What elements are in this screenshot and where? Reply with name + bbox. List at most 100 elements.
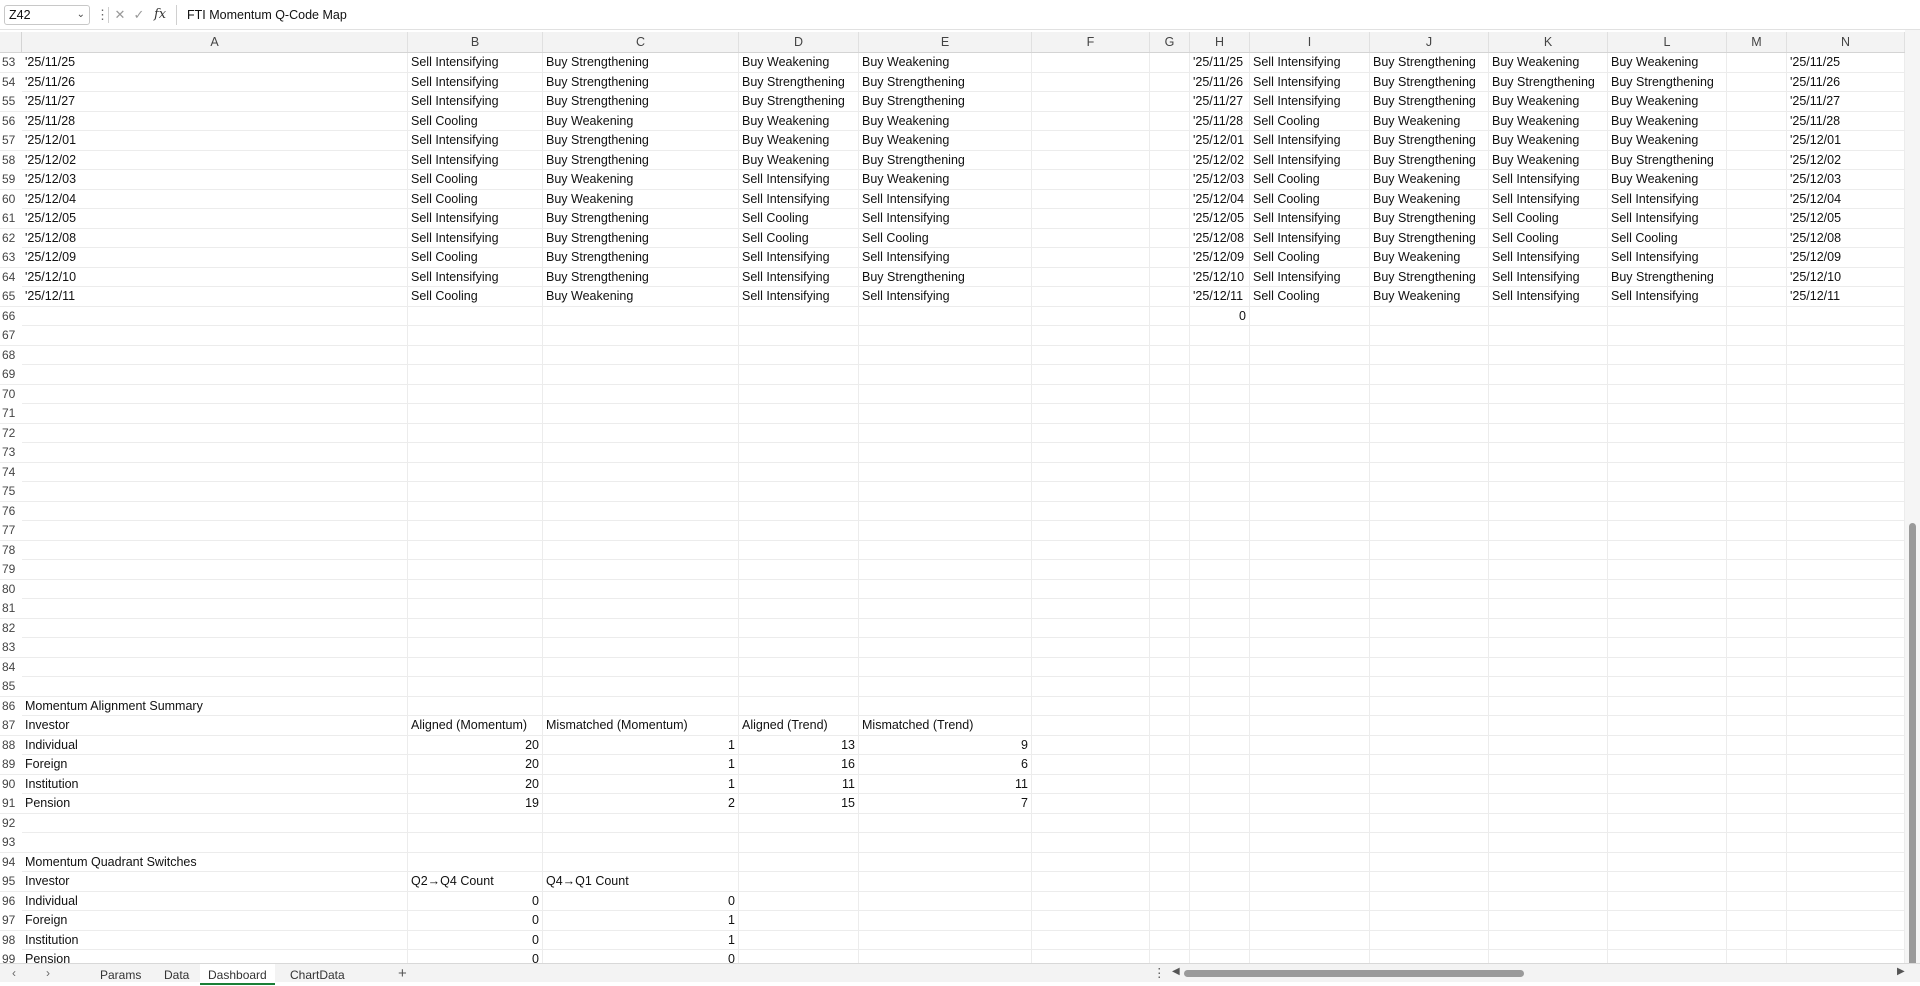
more-options-icon[interactable]: ⋮ bbox=[1153, 964, 1166, 983]
cell-k[interactable] bbox=[1489, 404, 1608, 423]
cell-b[interactable]: Q2→Q4 Count bbox=[408, 872, 543, 891]
cell-m[interactable] bbox=[1727, 599, 1787, 618]
cell-k[interactable] bbox=[1489, 306, 1608, 326]
cell-i[interactable] bbox=[1250, 599, 1370, 618]
cell-l[interactable] bbox=[1608, 638, 1727, 657]
cell-l[interactable] bbox=[1608, 404, 1727, 423]
cell-l[interactable] bbox=[1608, 501, 1727, 521]
cell-n[interactable] bbox=[1787, 423, 1905, 443]
cell-f[interactable] bbox=[1032, 462, 1150, 482]
cell-d[interactable]: 11 bbox=[739, 774, 859, 794]
cell-m[interactable] bbox=[1727, 638, 1787, 657]
cell-n[interactable] bbox=[1787, 482, 1905, 501]
column-header-j[interactable]: J bbox=[1370, 32, 1489, 52]
cell-k[interactable]: Sell Cooling bbox=[1489, 228, 1608, 248]
cell-b[interactable] bbox=[408, 501, 543, 521]
cell-b[interactable] bbox=[408, 345, 543, 365]
column-header-c[interactable]: C bbox=[543, 32, 739, 52]
cell-i[interactable] bbox=[1250, 618, 1370, 638]
cell-g[interactable] bbox=[1150, 540, 1190, 560]
cell-j[interactable]: Buy Weakening bbox=[1370, 287, 1489, 306]
cell-b[interactable]: Sell Intensifying bbox=[408, 72, 543, 92]
cell-f[interactable] bbox=[1032, 852, 1150, 872]
cell-h[interactable] bbox=[1190, 345, 1250, 365]
cell-f[interactable] bbox=[1032, 287, 1150, 306]
row-header[interactable]: 58 bbox=[0, 150, 22, 170]
cell-d[interactable]: Buy Strengthening bbox=[739, 72, 859, 92]
cell-k[interactable] bbox=[1489, 521, 1608, 540]
cell-d[interactable]: Sell Intensifying bbox=[739, 170, 859, 189]
row-header[interactable]: 66 bbox=[0, 306, 22, 326]
cell-c[interactable] bbox=[543, 521, 739, 540]
cell-k[interactable] bbox=[1489, 443, 1608, 462]
cell-k[interactable]: Buy Weakening bbox=[1489, 150, 1608, 170]
cell-a[interactable] bbox=[22, 638, 408, 657]
cell-k[interactable] bbox=[1489, 384, 1608, 404]
cell-j[interactable]: Buy Weakening bbox=[1370, 248, 1489, 267]
cell-b[interactable] bbox=[408, 833, 543, 852]
cell-d[interactable] bbox=[739, 521, 859, 540]
cell-a[interactable]: '25/12/08 bbox=[22, 228, 408, 248]
cell-l[interactable] bbox=[1608, 521, 1727, 540]
cell-a[interactable]: Individual bbox=[22, 735, 408, 755]
cell-a[interactable] bbox=[22, 404, 408, 423]
row-header[interactable]: 79 bbox=[0, 560, 22, 579]
cell-l[interactable] bbox=[1608, 677, 1727, 696]
cell-n[interactable]: '25/12/11 bbox=[1787, 287, 1905, 306]
cell-h[interactable]: '25/12/11 bbox=[1190, 287, 1250, 306]
cell-f[interactable] bbox=[1032, 345, 1150, 365]
cell-l[interactable] bbox=[1608, 716, 1727, 735]
cell-b[interactable] bbox=[408, 482, 543, 501]
cell-l[interactable]: Sell Intensifying bbox=[1608, 248, 1727, 267]
cell-a[interactable] bbox=[22, 833, 408, 852]
row-header[interactable]: 53 bbox=[0, 53, 22, 72]
cell-d[interactable] bbox=[739, 579, 859, 599]
cell-h[interactable]: '25/12/08 bbox=[1190, 228, 1250, 248]
cell-i[interactable] bbox=[1250, 774, 1370, 794]
cell-a[interactable] bbox=[22, 657, 408, 677]
cell-k[interactable] bbox=[1489, 540, 1608, 560]
row-header[interactable]: 63 bbox=[0, 248, 22, 267]
cell-m[interactable] bbox=[1727, 92, 1787, 111]
cell-h[interactable] bbox=[1190, 560, 1250, 579]
cell-a[interactable]: Pension bbox=[22, 794, 408, 813]
cell-c[interactable] bbox=[543, 657, 739, 677]
cell-f[interactable] bbox=[1032, 521, 1150, 540]
cell-d[interactable] bbox=[739, 501, 859, 521]
cell-c[interactable] bbox=[543, 638, 739, 657]
cell-j[interactable] bbox=[1370, 579, 1489, 599]
column-header-n[interactable]: N bbox=[1787, 32, 1905, 52]
cell-a[interactable] bbox=[22, 618, 408, 638]
cell-n[interactable] bbox=[1787, 560, 1905, 579]
cell-h[interactable] bbox=[1190, 657, 1250, 677]
cell-j[interactable]: Buy Strengthening bbox=[1370, 267, 1489, 287]
cell-g[interactable] bbox=[1150, 716, 1190, 735]
cell-b[interactable] bbox=[408, 657, 543, 677]
cell-n[interactable] bbox=[1787, 911, 1905, 930]
cell-k[interactable] bbox=[1489, 365, 1608, 384]
cell-c[interactable]: Buy Strengthening bbox=[543, 131, 739, 150]
cell-a[interactable] bbox=[22, 345, 408, 365]
cell-a[interactable]: '25/12/01 bbox=[22, 131, 408, 150]
cell-g[interactable] bbox=[1150, 657, 1190, 677]
cell-i[interactable] bbox=[1250, 579, 1370, 599]
cell-b[interactable]: Sell Cooling bbox=[408, 170, 543, 189]
cell-n[interactable] bbox=[1787, 677, 1905, 696]
cell-l[interactable] bbox=[1608, 696, 1727, 716]
cell-h[interactable]: '25/12/02 bbox=[1190, 150, 1250, 170]
cell-i[interactable]: Sell Intensifying bbox=[1250, 72, 1370, 92]
cell-c[interactable]: 1 bbox=[543, 755, 739, 774]
row-header[interactable]: 93 bbox=[0, 833, 22, 852]
cell-e[interactable] bbox=[859, 911, 1032, 930]
cell-g[interactable] bbox=[1150, 618, 1190, 638]
cell-i[interactable]: Sell Intensifying bbox=[1250, 150, 1370, 170]
cell-n[interactable] bbox=[1787, 696, 1905, 716]
cell-h[interactable] bbox=[1190, 501, 1250, 521]
cell-c[interactable]: 0 bbox=[543, 950, 739, 963]
cell-n[interactable]: '25/11/28 bbox=[1787, 111, 1905, 131]
cell-h[interactable]: '25/11/26 bbox=[1190, 72, 1250, 92]
row-header[interactable]: 92 bbox=[0, 813, 22, 833]
cell-f[interactable] bbox=[1032, 150, 1150, 170]
cell-g[interactable] bbox=[1150, 794, 1190, 813]
cell-k[interactable]: Buy Weakening bbox=[1489, 131, 1608, 150]
